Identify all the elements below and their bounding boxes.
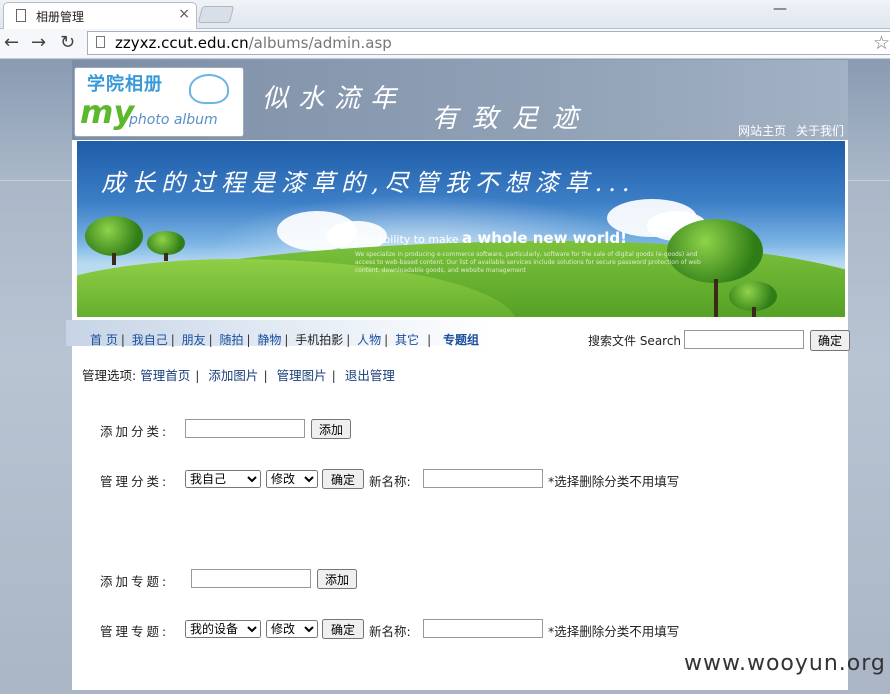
banner-tagline-small: the ability to make <box>355 233 459 246</box>
add-category-label: 添加分类: <box>100 424 170 439</box>
nav-item-home[interactable]: 首 页 <box>90 333 118 347</box>
search-label: 搜索文件 Search <box>588 334 682 348</box>
nav-item-topics[interactable]: 专题组 <box>443 333 479 347</box>
banner-caption: 成长的过程是漆草的,尽管我不想漆草... <box>101 169 636 197</box>
banner-fine-print: We specialize in producing e-commerce so… <box>355 251 701 274</box>
add-topic-input[interactable] <box>191 569 311 588</box>
browser-toolbar: ← → ↻ zzyxz.ccut.edu.cn/albums/admin.asp… <box>0 29 890 59</box>
url-host: zzyxz.ccut.edu.cn <box>115 34 249 52</box>
category-confirm-button[interactable]: 确定 <box>322 469 364 489</box>
topic-confirm-button[interactable]: 确定 <box>322 619 364 639</box>
url-text: zzyxz.ccut.edu.cn/albums/admin.asp <box>115 34 392 52</box>
browser-tab-bar: 相册管理 × — <box>0 0 890 29</box>
manage-topic-label: 管理专题: <box>100 624 170 639</box>
bookmark-star-icon[interactable]: ☆ <box>873 32 890 54</box>
category-delete-note: *选择删除分类不用填写 <box>548 474 680 489</box>
add-topic-label: 添加专题: <box>100 574 170 589</box>
tab-title: 相册管理 <box>36 10 85 24</box>
nav-item-friends[interactable]: 朋友 <box>182 333 206 347</box>
add-topic-button[interactable]: 添加 <box>317 569 357 589</box>
banner-tagline: the ability to make a whole new world! <box>355 229 627 247</box>
topic-new-name-label: 新名称: <box>369 624 411 639</box>
topic-delete-note: *选择删除分类不用填写 <box>548 624 680 639</box>
page-container: 学院相册 my photo album 似水流年 有致足迹 网站主页 关于我们 <box>66 60 850 690</box>
main-nav: 首 页 | 我自己 | 朋友 | 随拍 | 静物 | 手机拍影 | 人物 | 其它 | 专题组 <box>66 320 492 347</box>
about-us-link[interactable]: 关于我们 <box>796 124 844 138</box>
topic-select[interactable]: 我的设备 <box>185 620 261 638</box>
add-category-input[interactable] <box>185 419 305 438</box>
admin-menu: 管理选项: 管理首页 | 添加图片 | 管理图片 | 退出管理 <box>82 368 395 383</box>
hero-banner: 成长的过程是漆草的,尽管我不想漆草... the ability to make… <box>77 141 845 317</box>
nav-items: 首 页 | 我自己 | 朋友 | 随拍 | 静物 | 手机拍影 | 人物 | 其它 | 专题组 <box>90 333 479 347</box>
page-icon <box>96 36 105 48</box>
nav-item-people[interactable]: 人物 <box>357 333 381 347</box>
category-select[interactable]: 我自己 <box>185 470 261 488</box>
url-path: /albums/admin.asp <box>248 34 392 52</box>
home-site-link[interactable]: 网站主页 <box>738 124 786 138</box>
banner-tagline-big: a whole new world! <box>462 229 627 247</box>
topic-action-select[interactable]: 修改 <box>266 620 318 638</box>
page-favicon-icon <box>16 9 26 22</box>
bunny-icon <box>189 74 229 104</box>
reload-icon[interactable]: ↻ <box>60 32 75 53</box>
manage-category-label: 管理分类: <box>100 474 170 489</box>
back-icon[interactable]: ← <box>4 32 19 53</box>
nav-item-still-life[interactable]: 静物 <box>257 333 281 347</box>
search-input[interactable] <box>684 330 804 349</box>
category-action-select[interactable]: 修改 <box>266 470 318 488</box>
add-category-button[interactable]: 添加 <box>311 419 351 439</box>
top-links: 网站主页 关于我们 <box>732 122 844 139</box>
header-slogan-1: 似水流年 <box>262 84 407 114</box>
logout-link[interactable]: 退出管理 <box>345 368 395 383</box>
window-minimize-icon[interactable]: — <box>765 1 795 17</box>
nav-item-other[interactable]: 其它 <box>395 333 419 347</box>
admin-home-link[interactable]: 管理首页 <box>140 368 190 383</box>
forward-icon[interactable]: → <box>31 32 46 53</box>
add-photo-link[interactable]: 添加图片 <box>208 368 258 383</box>
watermark-text: www.wooyun.org <box>684 651 886 676</box>
nav-item-snapshots[interactable]: 随拍 <box>219 333 243 347</box>
nav-item-myself[interactable]: 我自己 <box>132 333 168 347</box>
logo-my-text: my <box>80 93 135 131</box>
nav-item-mobile-photos[interactable]: 手机拍影 <box>295 333 343 347</box>
category-new-name-label: 新名称: <box>369 474 411 489</box>
logo-en-text: photo album <box>129 112 218 128</box>
manage-photos-link[interactable]: 管理图片 <box>277 368 327 383</box>
address-bar[interactable]: zzyxz.ccut.edu.cn/albums/admin.asp ☆ <box>87 31 890 55</box>
site-logo[interactable]: 学院相册 my photo album <box>74 67 244 137</box>
category-new-name-input[interactable] <box>423 469 543 488</box>
browser-tab[interactable]: 相册管理 × <box>3 2 197 29</box>
new-tab-button[interactable] <box>197 6 235 23</box>
header-slogan-2: 有致足迹 <box>432 104 593 134</box>
site-header: 学院相册 my photo album 似水流年 有致足迹 网站主页 关于我们 <box>72 60 848 140</box>
topic-new-name-input[interactable] <box>423 619 543 638</box>
search-submit-button[interactable]: 确定 <box>810 330 850 351</box>
tab-close-icon[interactable]: × <box>178 6 190 22</box>
admin-menu-prefix: 管理选项: <box>82 368 137 383</box>
